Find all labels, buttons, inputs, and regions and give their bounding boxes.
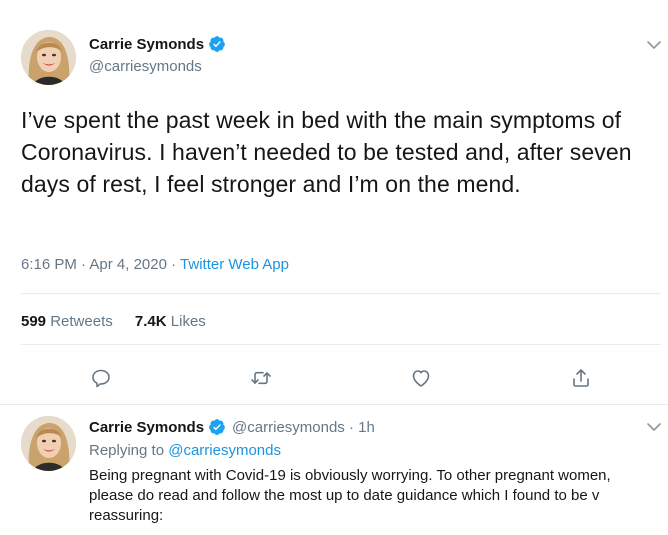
tweet-stats: 599 Retweets 7.4K Likes: [21, 313, 224, 330]
likes-count: 7.4K: [134, 313, 167, 330]
author-name-row: Carrie Symonds: [89, 35, 226, 53]
retweet-icon[interactable]: [249, 366, 273, 390]
avatar-photo: [21, 416, 76, 471]
reply-author-row: Carrie Symonds @carriesymonds · 1h: [89, 418, 375, 436]
meta-separator: ·: [171, 256, 177, 273]
avatar-photo: [21, 30, 76, 85]
tweet-text: I’ve spent the past week in bed with the…: [21, 107, 632, 197]
reply-handle-time[interactable]: @carriesymonds · 1h: [232, 419, 375, 436]
divider: [21, 344, 661, 345]
tweet-metadata: 6:16 PM · Apr 4, 2020 · Twitter Web App: [21, 256, 289, 273]
likes-label: Likes: [170, 313, 206, 330]
meta-separator: ·: [81, 256, 87, 273]
author-handle[interactable]: @carriesymonds: [89, 58, 202, 75]
reply-icon[interactable]: [89, 366, 113, 390]
tweet-source-link[interactable]: Twitter Web App: [180, 256, 289, 273]
main-tweet: Carrie Symonds @carriesymonds I’ve spent…: [0, 0, 668, 404]
avatar[interactable]: [21, 416, 76, 471]
tweet-date[interactable]: Apr 4, 2020: [89, 256, 167, 273]
tweet-page: Carrie Symonds @carriesymonds I’ve spent…: [0, 0, 668, 535]
replying-to: Replying to @carriesymonds: [89, 442, 281, 459]
verified-badge-icon: [208, 35, 226, 53]
divider: [0, 404, 668, 405]
replying-to-mention[interactable]: @carriesymonds: [168, 442, 281, 459]
reply-text: Being pregnant with Covid-19 is obviousl…: [89, 467, 611, 524]
verified-badge-icon: [208, 418, 226, 436]
chevron-down-icon[interactable]: [645, 36, 663, 54]
divider: [21, 293, 661, 294]
author-display-name[interactable]: Carrie Symonds: [89, 36, 204, 53]
share-icon[interactable]: [569, 366, 593, 390]
likes-stat[interactable]: 7.4K Likes: [135, 313, 206, 330]
reply-author-display-name[interactable]: Carrie Symonds: [89, 419, 204, 436]
replying-to-label: Replying to: [89, 442, 165, 459]
heart-icon[interactable]: [409, 366, 433, 390]
retweets-count: 599: [21, 313, 47, 330]
retweets-label: Retweets: [50, 313, 113, 330]
chevron-down-icon[interactable]: [645, 418, 663, 436]
retweets-stat[interactable]: 599 Retweets: [21, 313, 117, 330]
tweet-time[interactable]: 6:16 PM: [21, 256, 77, 273]
avatar[interactable]: [21, 30, 76, 85]
